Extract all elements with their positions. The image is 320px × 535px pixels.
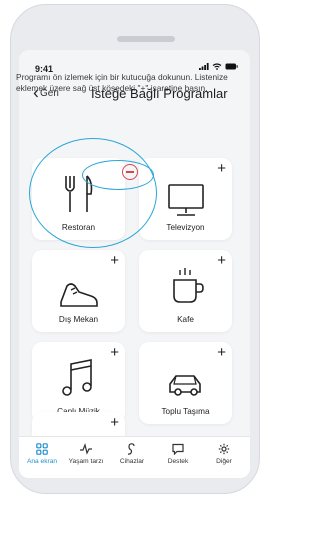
tab-label: Destek xyxy=(167,458,189,465)
tab-bar: Ana ekran Yaşam tarzı Cihazlar Destek Di… xyxy=(19,436,250,478)
phone-speaker xyxy=(117,36,175,42)
add-program-button[interactable]: + xyxy=(110,345,119,360)
add-program-button[interactable]: + xyxy=(110,415,119,430)
car-icon xyxy=(168,375,201,396)
signal-icon xyxy=(199,63,209,70)
highlight-circle-small xyxy=(82,160,154,190)
tab-label: Yaşam tarzı xyxy=(68,458,104,465)
battery-icon xyxy=(225,63,238,70)
tab-destek[interactable]: Destek xyxy=(155,443,201,465)
hearing-aid-icon xyxy=(127,443,135,455)
program-label: Televizyon xyxy=(166,223,205,232)
add-program-button[interactable]: + xyxy=(217,345,226,360)
add-program-button[interactable]: + xyxy=(217,161,226,176)
program-card-toplu-tasima[interactable]: + Toplu Taşıma xyxy=(139,342,232,424)
wifi-icon xyxy=(212,63,222,70)
add-program-button[interactable]: + xyxy=(217,253,226,268)
status-icons xyxy=(199,63,238,70)
gear-icon xyxy=(218,443,230,455)
instructions-text: Programı ön izlemek için bir kutucuğa do… xyxy=(16,72,228,93)
program-card-kafe[interactable]: + Kafe xyxy=(139,250,232,332)
tab-yasam-tarzi[interactable]: Yaşam tarzı xyxy=(63,443,109,465)
highlight-circle-large xyxy=(29,138,157,248)
add-program-button[interactable]: + xyxy=(110,253,119,268)
tab-label: Diğer xyxy=(216,458,232,465)
tab-label: Cihazlar xyxy=(119,458,145,465)
tab-cihazlar[interactable]: Cihazlar xyxy=(109,443,155,465)
tab-ana-ekran[interactable]: Ana ekran xyxy=(19,443,65,465)
program-card-dis-mekan[interactable]: + Dış Mekan xyxy=(32,250,125,332)
chat-icon xyxy=(172,443,184,455)
music-note-icon xyxy=(61,359,92,396)
tab-diger[interactable]: Diğer xyxy=(201,443,247,465)
coffee-cup-icon xyxy=(172,268,204,303)
tv-icon xyxy=(167,184,204,216)
program-label: Dış Mekan xyxy=(58,315,99,324)
pulse-icon xyxy=(80,443,92,455)
program-label: Toplu Taşıma xyxy=(161,407,210,416)
tab-label: Ana ekran xyxy=(26,458,58,465)
grid-icon xyxy=(36,443,48,455)
remove-program-button[interactable] xyxy=(122,164,138,180)
program-label: Kafe xyxy=(177,315,194,324)
shoe-icon xyxy=(59,283,98,307)
